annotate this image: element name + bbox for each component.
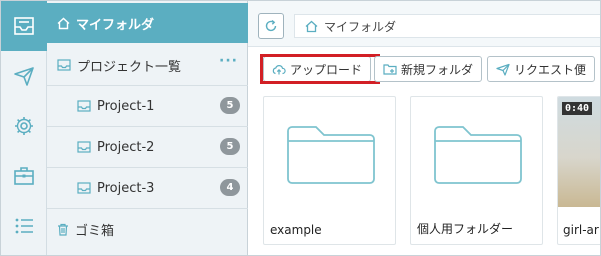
inbox-icon bbox=[14, 17, 34, 35]
count-badge: 4 bbox=[220, 179, 240, 196]
tree-item-label: Project-1 bbox=[97, 98, 155, 114]
more-options-icon[interactable]: ··· bbox=[219, 53, 238, 69]
tree-item-project-list[interactable]: プロジェクト一覧 ··· bbox=[47, 45, 248, 85]
upload-highlight-box bbox=[260, 54, 380, 84]
request-button[interactable]: リクエスト便 bbox=[487, 56, 596, 82]
count-badge: 5 bbox=[220, 97, 240, 114]
tree-item-label: Project-2 bbox=[97, 139, 155, 155]
settings-icon bbox=[15, 117, 33, 135]
send-icon bbox=[14, 67, 34, 86]
new-folder-label: 新規フォルダ bbox=[401, 62, 474, 77]
trash-icon bbox=[57, 223, 69, 236]
rail-briefcase[interactable] bbox=[1, 151, 47, 201]
folder-inbox-icon bbox=[77, 182, 91, 194]
app-window: マイフォルダ プロジェクト一覧 ··· Project-1 5 Project-… bbox=[0, 0, 601, 256]
refresh-button[interactable] bbox=[258, 13, 284, 39]
top-bar: マイフォルダ bbox=[248, 1, 600, 47]
briefcase-icon bbox=[14, 167, 34, 185]
send-icon bbox=[496, 63, 510, 76]
folder-inbox-icon bbox=[77, 141, 91, 153]
tree-item-trash[interactable]: ゴミ箱 bbox=[47, 209, 248, 249]
folder-tree: マイフォルダ プロジェクト一覧 ··· Project-1 5 Project-… bbox=[47, 1, 248, 255]
rail-inbox[interactable] bbox=[1, 1, 47, 51]
home-icon bbox=[305, 20, 318, 33]
tree-item-label: マイフォルダ bbox=[76, 17, 155, 33]
file-name: 個人用フォルダー bbox=[417, 222, 514, 236]
count-badge: 5 bbox=[220, 138, 240, 155]
tree-item-label: プロジェクト一覧 bbox=[77, 59, 182, 75]
breadcrumb: マイフォルダ bbox=[294, 14, 600, 38]
tree-item-project[interactable]: Project-3 4 bbox=[47, 168, 248, 208]
file-name: girl-ar bbox=[563, 223, 599, 237]
file-name: example bbox=[270, 223, 322, 237]
tree-item-my-folder[interactable]: マイフォルダ bbox=[47, 3, 248, 43]
folder-inbox-icon bbox=[57, 59, 71, 71]
icon-rail bbox=[1, 1, 47, 255]
rail-settings[interactable] bbox=[1, 101, 47, 151]
duration-badge: 0:40 bbox=[562, 102, 593, 115]
tree-item-project[interactable]: Project-1 5 bbox=[47, 86, 248, 126]
folder-inbox-icon bbox=[77, 100, 91, 112]
rail-list[interactable] bbox=[1, 201, 47, 251]
file-card[interactable]: 個人用フォルダー bbox=[410, 96, 543, 245]
tree-item-label: ゴミ箱 bbox=[75, 223, 115, 239]
folder-icon bbox=[287, 126, 375, 184]
folder-icon bbox=[434, 126, 522, 184]
tree-item-project[interactable]: Project-2 5 bbox=[47, 127, 248, 167]
request-label: リクエスト便 bbox=[514, 62, 587, 77]
rail-send[interactable] bbox=[1, 51, 47, 101]
new-folder-button[interactable]: 新規フォルダ bbox=[374, 56, 483, 82]
file-card[interactable]: 0:40 girl-ar bbox=[557, 96, 600, 245]
new-folder-icon bbox=[383, 63, 397, 75]
file-card[interactable]: example bbox=[263, 96, 396, 245]
refresh-icon bbox=[265, 19, 277, 32]
toolbar: アップロード 新規フォルダ リクエスト便 bbox=[248, 54, 600, 84]
home-icon bbox=[57, 17, 70, 30]
list-icon bbox=[15, 218, 33, 234]
main-panel: マイフォルダ アップロード 新規フォルダ リクエスト便 example 個人用フ… bbox=[248, 1, 600, 255]
breadcrumb-label[interactable]: マイフォルダ bbox=[324, 18, 396, 35]
tree-item-label: Project-3 bbox=[97, 180, 155, 196]
